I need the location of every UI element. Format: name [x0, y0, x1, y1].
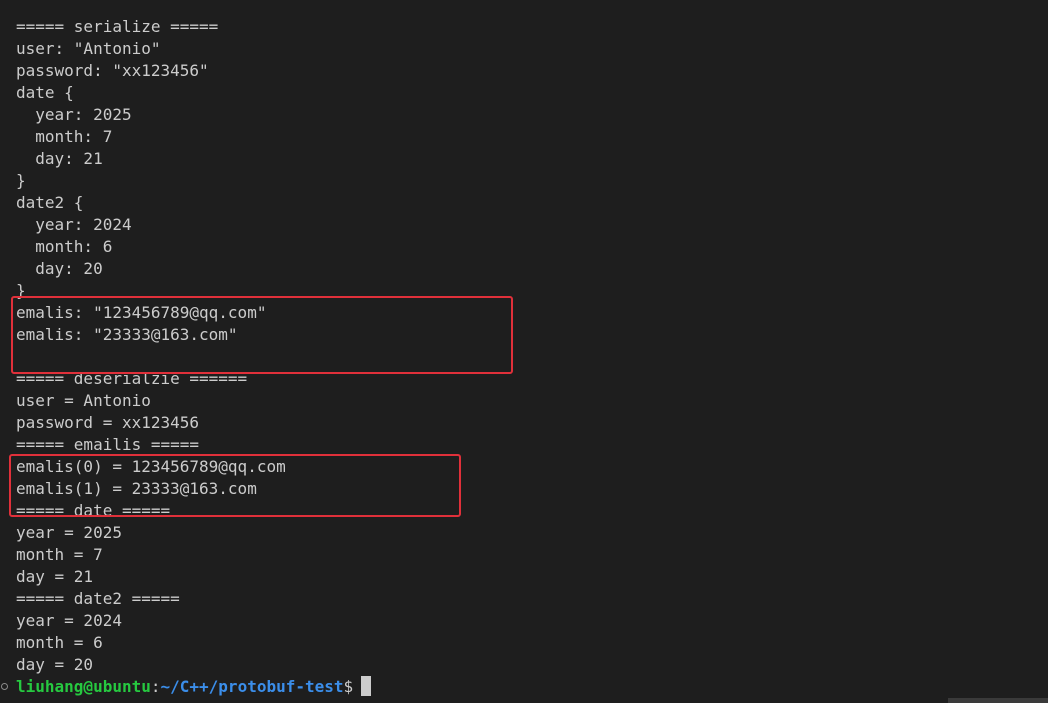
- terminal-line: year = 2024: [16, 611, 122, 630]
- command-decoration-icon: [1, 683, 8, 690]
- terminal-line: date2 {: [16, 193, 84, 212]
- terminal-line: ===== date2 =====: [16, 589, 180, 608]
- terminal-line: day: 20: [16, 259, 103, 278]
- terminal-line: month = 7: [16, 545, 103, 564]
- terminal-line: user = Antonio: [16, 391, 151, 410]
- terminal-line: year: 2025: [16, 105, 132, 124]
- terminal-line: password: "xx123456": [16, 61, 209, 80]
- terminal-line: }: [16, 171, 26, 190]
- terminal-line: month = 6: [16, 633, 103, 652]
- text-cursor[interactable]: [361, 676, 372, 696]
- shell-prompt[interactable]: liuhang@ubuntu:~/C++/protobuf-test$: [16, 676, 372, 698]
- deserialize-emails-highlight: [9, 454, 461, 517]
- terminal-line: ===== serialize =====: [16, 17, 219, 36]
- prompt-path: ~/C++/protobuf-test: [160, 677, 344, 696]
- prompt-separator: :: [150, 677, 161, 696]
- serialize-emails-highlight: [11, 296, 513, 374]
- terminal-line: user: "Antonio": [16, 39, 161, 58]
- terminal-line: day = 21: [16, 567, 94, 586]
- horizontal-scrollbar[interactable]: [948, 698, 1048, 703]
- terminal-line: year = 2025: [16, 523, 122, 542]
- prompt-user-host: liuhang@ubuntu: [16, 677, 151, 696]
- terminal-line: ===== emailis =====: [16, 435, 200, 454]
- terminal-line: month: 7: [16, 127, 113, 146]
- terminal-line: month: 6: [16, 237, 113, 256]
- terminal-line: date {: [16, 83, 74, 102]
- terminal-line: day = 20: [16, 655, 94, 674]
- terminal-line: year: 2024: [16, 215, 132, 234]
- terminal-line: day: 21: [16, 149, 103, 168]
- terminal-line: password = xx123456: [16, 413, 200, 432]
- prompt-symbol: $: [343, 677, 354, 696]
